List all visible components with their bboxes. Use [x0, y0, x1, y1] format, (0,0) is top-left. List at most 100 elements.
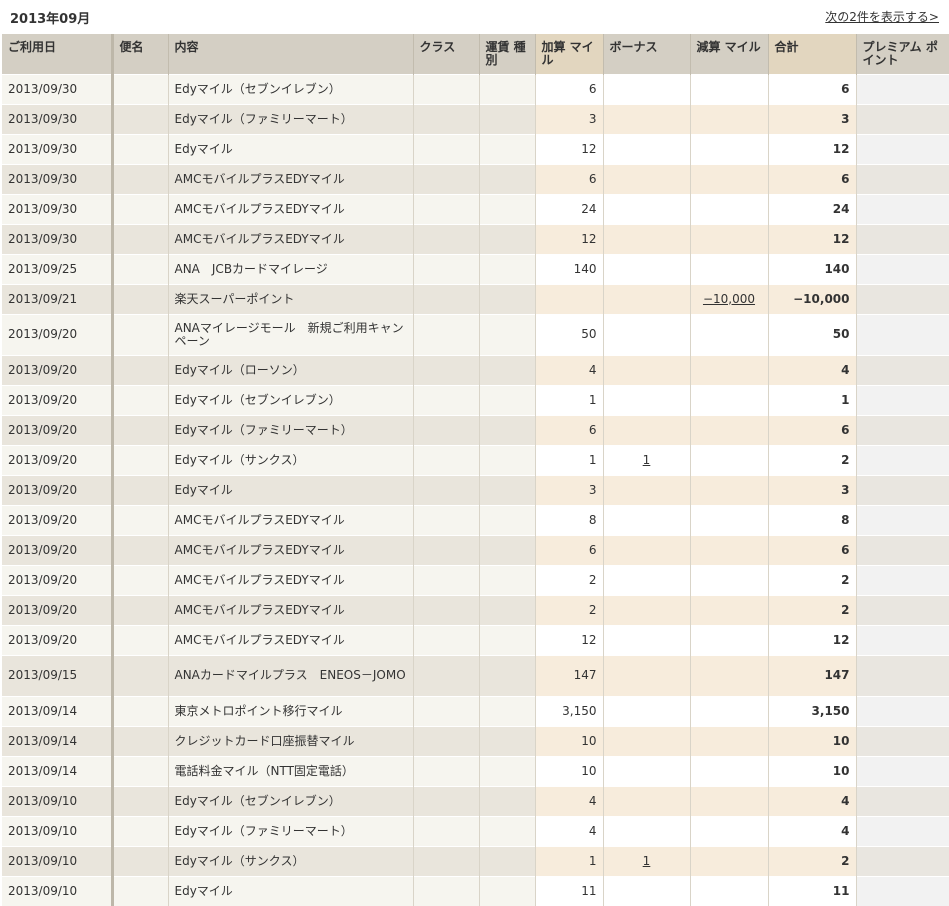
cell-fare-type — [478, 253, 535, 284]
cell-total: 2 — [767, 594, 856, 625]
cell-flight — [110, 695, 168, 726]
cell-flight — [110, 815, 168, 846]
table-row: 2013/09/10 Edyマイル 11 11 — [2, 875, 949, 906]
cell-deducted-miles — [689, 253, 768, 284]
cell-bonus — [602, 875, 690, 906]
table-row: 2013/09/20 Edyマイル 3 3 — [2, 474, 949, 505]
cell-class — [412, 474, 479, 505]
cell-total: −10,000 — [767, 283, 856, 314]
cell-flight — [110, 474, 168, 505]
cell-premium-points — [855, 474, 949, 505]
cell-deducted-miles — [689, 384, 768, 415]
cell-content: Edyマイル（ファミリーマート） — [167, 414, 413, 445]
cell-deducted-miles — [689, 564, 768, 595]
cell-bonus — [602, 103, 690, 134]
cell-class — [412, 73, 479, 104]
cell-added-miles: 6 — [534, 163, 603, 194]
cell-bonus — [602, 564, 690, 595]
cell-total: 4 — [767, 785, 856, 816]
cell-added-miles: 6 — [534, 414, 603, 445]
cell-bonus: 1 — [602, 444, 690, 475]
col-header-date: ご利用日 — [2, 34, 112, 74]
cell-class — [412, 253, 479, 284]
cell-deducted-miles — [689, 223, 768, 254]
cell-content: ANA JCBカードマイレージ — [167, 253, 413, 284]
cell-premium-points — [855, 193, 949, 224]
table-row: 2013/09/20 Edyマイル（ファミリーマート） 6 6 — [2, 414, 949, 445]
table-row: 2013/09/20 AMCモバイルプラスEDYマイル 6 6 — [2, 534, 949, 565]
cell-flight — [110, 725, 168, 756]
next-page-link[interactable]: 次の2件を表示する> — [825, 8, 939, 25]
cell-fare-type — [478, 313, 535, 355]
table-row: 2013/09/30 AMCモバイルプラスEDYマイル 12 12 — [2, 223, 949, 254]
cell-class — [412, 654, 479, 696]
cell-fare-type — [478, 73, 535, 104]
cell-total: 10 — [767, 725, 856, 756]
cell-premium-points — [855, 283, 949, 314]
cell-premium-points — [855, 755, 949, 786]
cell-flight — [110, 624, 168, 655]
cell-total: 50 — [767, 313, 856, 355]
cell-date: 2013/09/14 — [2, 755, 112, 786]
mileage-history-table: ご利用日 便名 内容 クラス 運賃 種別 加算 マイル ボーナス 減算 マイル … — [2, 34, 949, 906]
cell-total: 6 — [767, 414, 856, 445]
cell-fare-type — [478, 444, 535, 475]
cell-content: AMCモバイルプラスEDYマイル — [167, 564, 413, 595]
cell-flight — [110, 594, 168, 625]
cell-premium-points — [855, 253, 949, 284]
cell-date: 2013/09/20 — [2, 384, 112, 415]
month-header: 2013年09月 次の2件を表示する> — [0, 0, 949, 34]
cell-class — [412, 504, 479, 535]
cell-date: 2013/09/25 — [2, 253, 112, 284]
cell-deducted-miles — [689, 624, 768, 655]
cell-added-miles: 24 — [534, 193, 603, 224]
cell-deducted-miles — [689, 444, 768, 475]
cell-fare-type — [478, 283, 535, 314]
cell-total: 3,150 — [767, 695, 856, 726]
cell-total: 8 — [767, 504, 856, 535]
cell-deducted-miles — [689, 103, 768, 134]
cell-flight — [110, 384, 168, 415]
cell-date: 2013/09/30 — [2, 73, 112, 104]
cell-deducted-miles-link[interactable]: −10,000 — [703, 292, 755, 306]
cell-fare-type — [478, 725, 535, 756]
cell-premium-points — [855, 845, 949, 876]
cell-deducted-miles — [689, 163, 768, 194]
cell-flight — [110, 504, 168, 535]
cell-content: Edyマイル（セブンイレブン） — [167, 73, 413, 104]
col-header-flight: 便名 — [110, 34, 168, 74]
cell-content: 楽天スーパーポイント — [167, 283, 413, 314]
cell-added-miles: 1 — [534, 845, 603, 876]
cell-content: 電話料金マイル（NTT固定電話） — [167, 755, 413, 786]
cell-total: 2 — [767, 444, 856, 475]
cell-date: 2013/09/30 — [2, 193, 112, 224]
cell-bonus — [602, 283, 690, 314]
cell-bonus-link[interactable]: 1 — [643, 453, 651, 467]
cell-class — [412, 414, 479, 445]
cell-fare-type — [478, 354, 535, 385]
cell-deducted-miles — [689, 725, 768, 756]
table-row: 2013/09/20 AMCモバイルプラスEDYマイル 12 12 — [2, 624, 949, 655]
cell-added-miles: 50 — [534, 313, 603, 355]
cell-deducted-miles — [689, 845, 768, 876]
cell-bonus — [602, 695, 690, 726]
table-row: 2013/09/30 AMCモバイルプラスEDYマイル 6 6 — [2, 163, 949, 194]
table-header-row: ご利用日 便名 内容 クラス 運賃 種別 加算 マイル ボーナス 減算 マイル … — [2, 34, 949, 74]
cell-bonus — [602, 504, 690, 535]
cell-bonus-link[interactable]: 1 — [643, 854, 651, 868]
cell-bonus — [602, 624, 690, 655]
cell-bonus — [602, 815, 690, 846]
col-header-deducted-miles: 減算 マイル — [689, 34, 768, 74]
col-header-added-miles: 加算 マイル — [534, 34, 603, 74]
cell-added-miles: 10 — [534, 755, 603, 786]
cell-deducted-miles — [689, 313, 768, 355]
col-header-premium-points: プレミアム ポイント — [855, 34, 949, 74]
cell-total: 147 — [767, 654, 856, 696]
table-row: 2013/09/14 クレジットカード口座振替マイル 10 10 — [2, 725, 949, 756]
cell-premium-points — [855, 504, 949, 535]
cell-flight — [110, 354, 168, 385]
cell-content: AMCモバイルプラスEDYマイル — [167, 534, 413, 565]
cell-content: Edyマイル（ローソン） — [167, 354, 413, 385]
cell-total: 6 — [767, 163, 856, 194]
cell-deducted-miles — [689, 875, 768, 906]
